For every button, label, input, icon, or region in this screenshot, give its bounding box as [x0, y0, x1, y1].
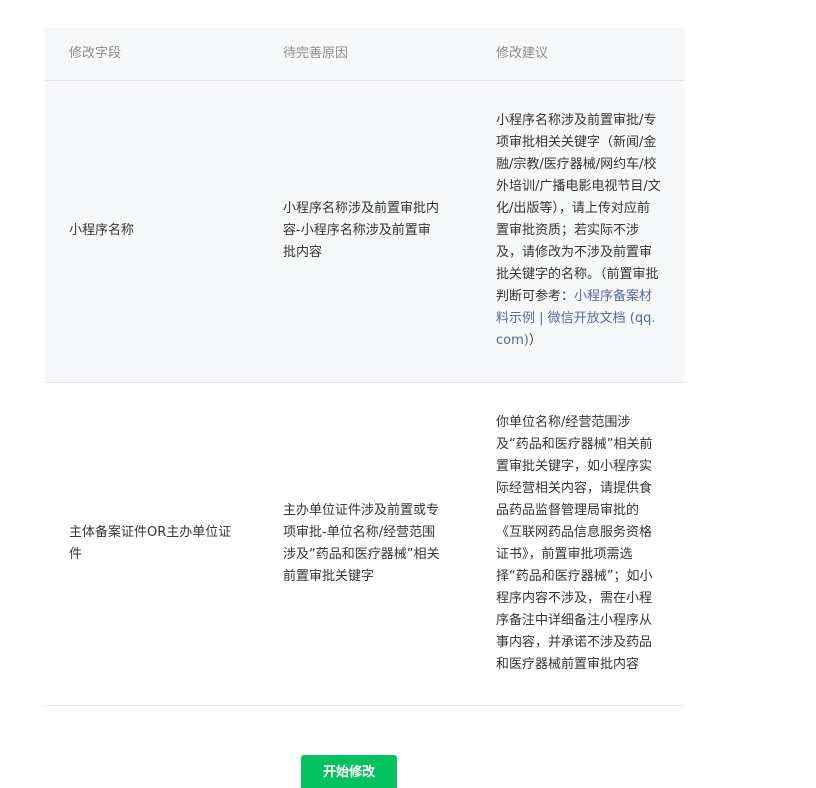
table-body: 小程序名称 小程序名称涉及前置审批内容-小程序名称涉及前置审批内容 小程序名称涉… [45, 80, 685, 705]
cell-field: 主体备案证件OR主办单位证件 [69, 524, 232, 562]
table-row: 主体备案证件OR主办单位证件 主办单位证件涉及前置或专项审批-单位名称/经营范围… [45, 382, 685, 705]
header-reason: 待完善原因 [283, 45, 349, 61]
header-field: 修改字段 [69, 45, 122, 61]
header-suggestion: 修改建议 [496, 45, 549, 61]
table-header-row: 修改字段 待完善原因 修改建议 [45, 28, 685, 80]
start-edit-button[interactable]: 开始修改 [301, 755, 397, 788]
cell-suggestion: 小程序名称涉及前置审批/专项审批相关关键字（新闻/金融/宗教/医疗器械/网约车/… [472, 80, 685, 382]
page: 修改字段 待完善原因 修改建议 小程序名称 小程序名称涉及前置审批内容-小程序名… [0, 0, 816, 788]
table-row: 小程序名称 小程序名称涉及前置审批内容-小程序名称涉及前置审批内容 小程序名称涉… [45, 80, 685, 382]
cell-suggestion: 你单位名称/经营范围涉及“药品和医疗器械”相关前置审批关键字，如小程序实际经营相… [496, 414, 653, 672]
suggestion-end: ） [528, 333, 542, 348]
cell-field: 小程序名称 [69, 223, 135, 238]
suggestion-text: 小程序名称涉及前置审批/专项审批相关关键字（新闻/金融/宗教/医疗器械/网约车/… [496, 113, 661, 304]
cell-reason: 主办单位证件涉及前置或专项审批-单位名称/经营范围涉及“药品和医疗器械”相关前置… [283, 502, 440, 584]
cell-reason: 小程序名称涉及前置审批内容-小程序名称涉及前置审批内容 [283, 201, 440, 260]
revision-table: 修改字段 待完善原因 修改建议 小程序名称 小程序名称涉及前置审批内容-小程序名… [45, 28, 685, 706]
table-header: 修改字段 待完善原因 修改建议 [45, 28, 685, 80]
link-separator: | [535, 311, 548, 326]
